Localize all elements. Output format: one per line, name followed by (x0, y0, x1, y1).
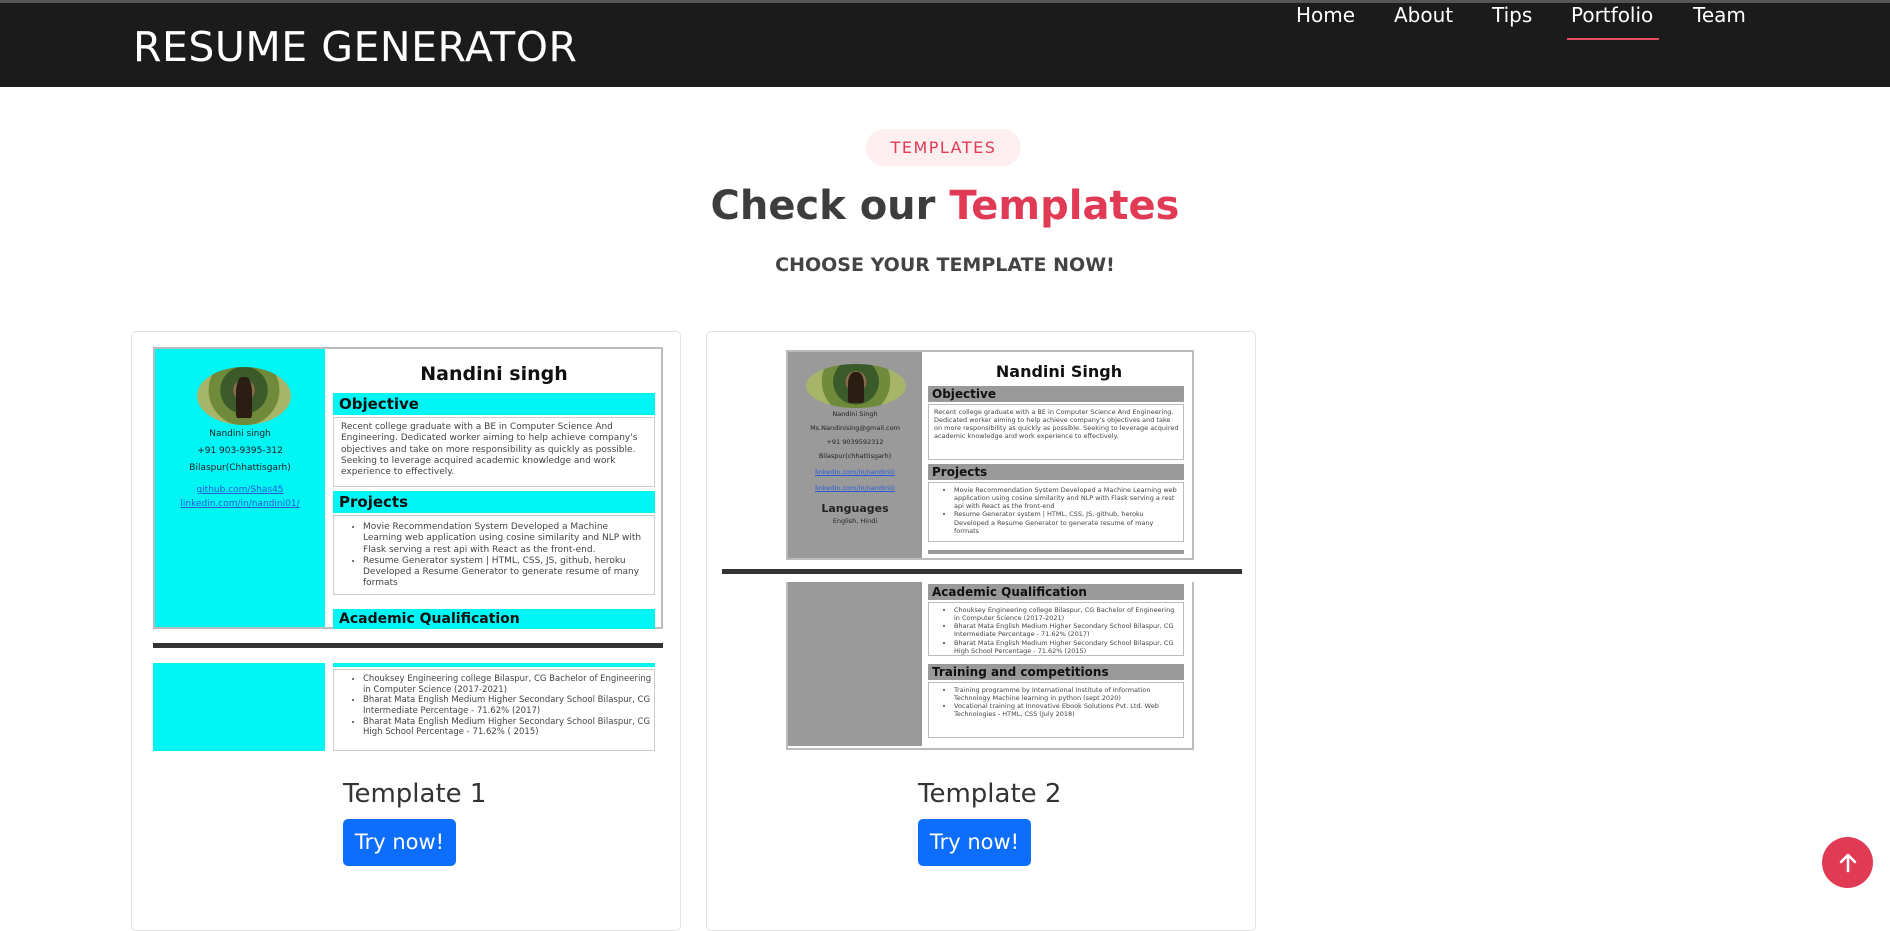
nav-portfolio[interactable]: Portfolio (1566, 3, 1660, 40)
arrow-up-icon (1839, 853, 1856, 872)
nav-about[interactable]: About (1394, 3, 1453, 27)
title-accent: Templates (949, 183, 1180, 229)
brand-logo[interactable]: RESUME GENERATOR (133, 23, 578, 71)
template-1-preview[interactable]: Nandini singh +91 903-9395-312 Bilaspur(… (153, 347, 663, 751)
top-navbar: RESUME GENERATOR Home About Tips Portfol… (0, 0, 1890, 87)
nav-team[interactable]: Team (1693, 3, 1746, 27)
template-2-preview[interactable]: Nandini Singh Ms.Nandinising@gmail.com +… (722, 350, 1242, 750)
scroll-to-top-button[interactable] (1822, 837, 1873, 888)
profile-photo (197, 367, 291, 425)
section-title: Check our Templates (0, 183, 1890, 229)
template-1-title: Template 1 (343, 779, 487, 809)
nav-home[interactable]: Home (1296, 3, 1355, 27)
nav-tips[interactable]: Tips (1492, 3, 1532, 27)
template-2-try-button[interactable]: Try now! (918, 819, 1031, 866)
section-subtitle: CHOOSE YOUR TEMPLATE NOW! (775, 254, 1115, 276)
section-pill: TEMPLATES (866, 129, 1021, 166)
template-2-title: Template 2 (918, 779, 1062, 809)
template-1-try-button[interactable]: Try now! (343, 819, 456, 866)
template-card-2: Nandini Singh Ms.Nandinising@gmail.com +… (706, 331, 1256, 931)
template-card-1: Nandini singh +91 903-9395-312 Bilaspur(… (131, 331, 681, 931)
title-prefix: Check our (710, 183, 950, 229)
profile-photo-2 (806, 364, 906, 408)
